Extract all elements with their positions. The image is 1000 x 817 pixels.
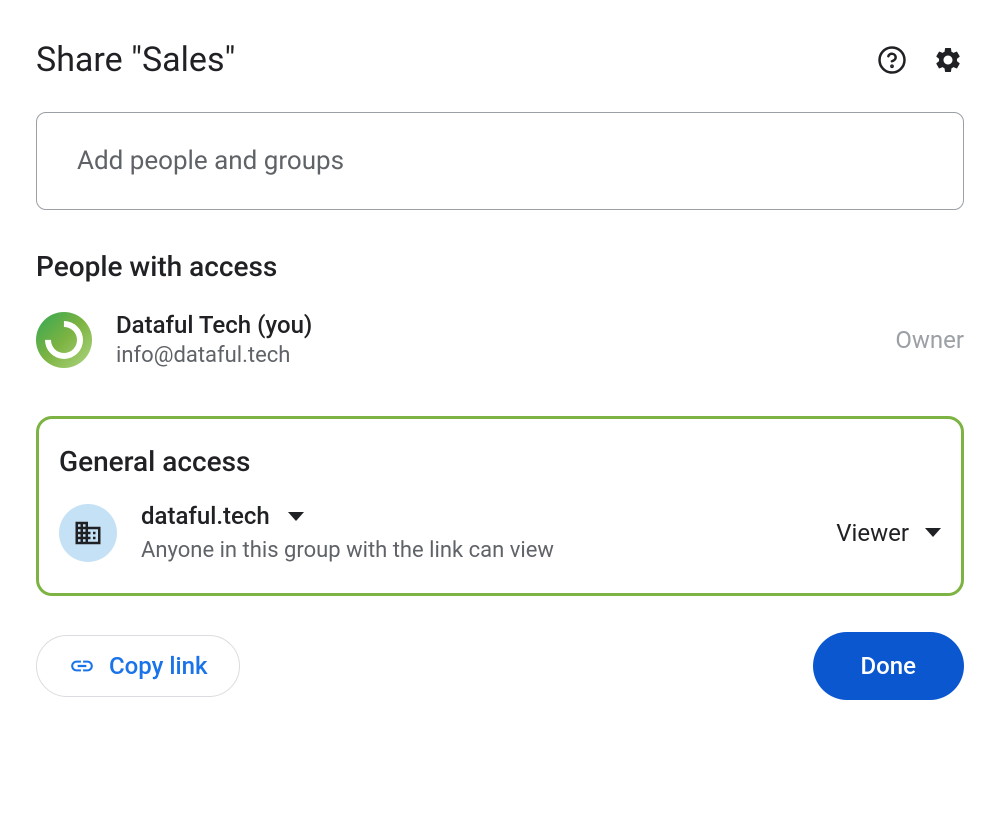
- access-scope-dropdown[interactable]: dataful.tech: [141, 502, 812, 530]
- people-with-access-heading: People with access: [36, 250, 964, 283]
- person-info: Dataful Tech (you) info@dataful.tech: [116, 311, 871, 368]
- chevron-down-icon: [925, 528, 941, 537]
- building-icon: [73, 518, 103, 548]
- gear-icon: [933, 45, 963, 75]
- permission-label: Viewer: [836, 519, 909, 547]
- person-role: Owner: [895, 326, 964, 354]
- header-actions: [876, 44, 964, 76]
- chevron-down-icon: [288, 512, 304, 521]
- dialog-header: Share "Sales": [36, 40, 964, 80]
- copy-link-label: Copy link: [109, 652, 207, 680]
- org-icon-container: [59, 504, 117, 562]
- dialog-title: Share "Sales": [36, 40, 235, 80]
- general-access-section: General access dataful.tech Anyone in th…: [36, 416, 964, 596]
- permission-dropdown[interactable]: Viewer: [836, 519, 941, 547]
- access-row: dataful.tech Anyone in this group with t…: [59, 502, 941, 563]
- link-icon: [69, 653, 95, 679]
- person-name: Dataful Tech (you): [116, 311, 871, 339]
- add-people-input[interactable]: [36, 112, 964, 210]
- help-icon: [877, 45, 907, 75]
- access-scope-name: dataful.tech: [141, 502, 270, 530]
- help-button[interactable]: [876, 44, 908, 76]
- access-description: Anyone in this group with the link can v…: [141, 538, 812, 563]
- done-button[interactable]: Done: [813, 632, 965, 700]
- dialog-footer: Copy link Done: [36, 632, 964, 700]
- person-email: info@dataful.tech: [116, 343, 871, 368]
- avatar: [36, 312, 92, 368]
- access-info: dataful.tech Anyone in this group with t…: [141, 502, 812, 563]
- settings-button[interactable]: [932, 44, 964, 76]
- person-row: Dataful Tech (you) info@dataful.tech Own…: [36, 311, 964, 368]
- general-access-heading: General access: [59, 445, 941, 478]
- copy-link-button[interactable]: Copy link: [36, 635, 240, 697]
